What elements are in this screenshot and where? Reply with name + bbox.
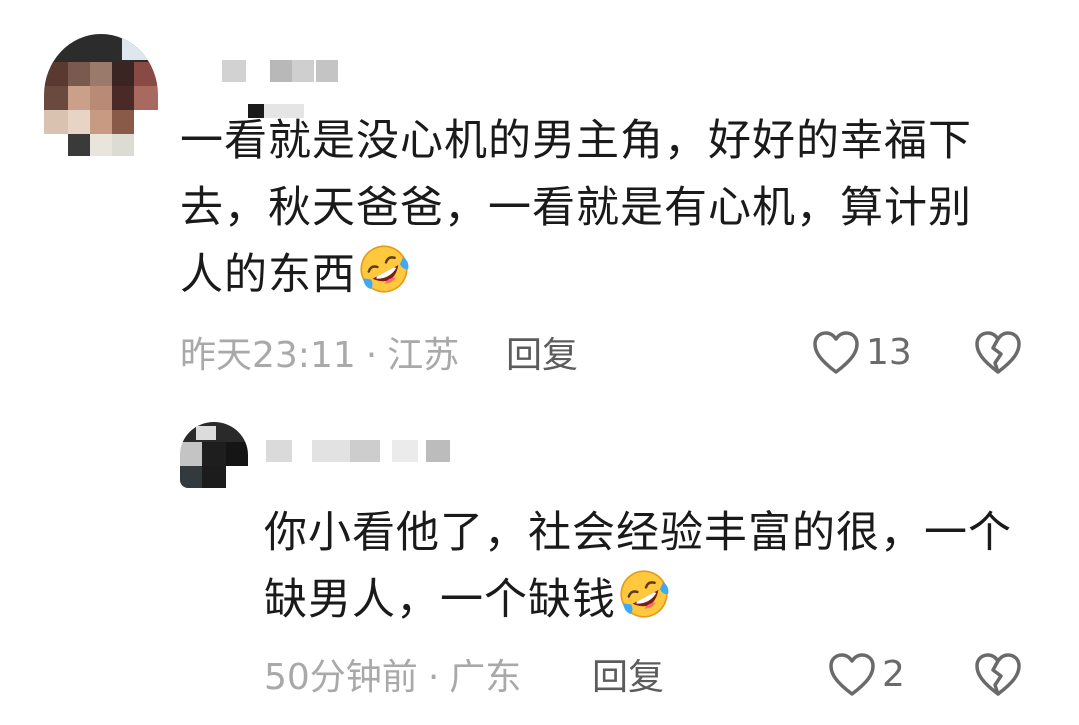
heart-outline-icon bbox=[829, 653, 875, 696]
timestamp: 50分钟前 bbox=[264, 657, 418, 698]
comment-section: 一看就是没心机的男主角，好好的幸福下 去，秋天爸爸，一看就是有心机，算计别 人的… bbox=[0, 0, 1079, 725]
location: 广东 bbox=[449, 657, 522, 698]
rolling-on-floor-laughing-emoji bbox=[620, 570, 669, 618]
broken-heart-icon bbox=[975, 653, 1021, 696]
location: 江苏 bbox=[387, 335, 460, 376]
comment-text-line: 缺男人，一个缺钱 bbox=[264, 567, 1012, 634]
timestamp: 昨天23:11 bbox=[180, 335, 356, 376]
meta-separator: · bbox=[365, 335, 378, 376]
reply-button[interactable]: 回复 bbox=[592, 658, 664, 698]
comment-text-line: 一看就是没心机的男主角，好好的幸福下 bbox=[180, 116, 972, 166]
avatar[interactable] bbox=[180, 422, 248, 488]
comment-meta: 昨天23:11 · 江苏 bbox=[180, 336, 459, 376]
username[interactable] bbox=[222, 60, 342, 82]
comment-text: 一看就是没心机的男主角，好好的幸福下 去，秋天爸爸，一看就是有心机，算计别 人的… bbox=[180, 108, 972, 309]
like-button[interactable]: 2 bbox=[828, 652, 905, 698]
like-count: 13 bbox=[866, 332, 912, 373]
reply-button[interactable]: 回复 bbox=[506, 336, 578, 376]
like-count: 2 bbox=[882, 654, 905, 695]
comment-text-line: 人的东西 bbox=[180, 242, 972, 309]
comment-meta: 50分钟前 · 广东 bbox=[264, 658, 521, 698]
dislike-button[interactable] bbox=[974, 330, 1022, 380]
broken-heart-icon bbox=[975, 331, 1021, 374]
dislike-button[interactable] bbox=[974, 652, 1022, 702]
avatar[interactable] bbox=[44, 34, 158, 156]
like-button[interactable]: 13 bbox=[812, 330, 912, 376]
comment-text-line: 去，秋天爸爸，一看就是有心机，算计别 bbox=[180, 183, 972, 233]
username[interactable] bbox=[266, 440, 452, 462]
comment-text-line: 你小看他了，社会经验丰富的很，一个 bbox=[264, 508, 1012, 558]
heart-outline-icon bbox=[813, 331, 859, 374]
meta-separator: · bbox=[427, 657, 440, 698]
comment-text: 你小看他了，社会经验丰富的很，一个 缺男人，一个缺钱 bbox=[264, 500, 1012, 634]
rolling-on-floor-laughing-emoji bbox=[360, 245, 409, 293]
